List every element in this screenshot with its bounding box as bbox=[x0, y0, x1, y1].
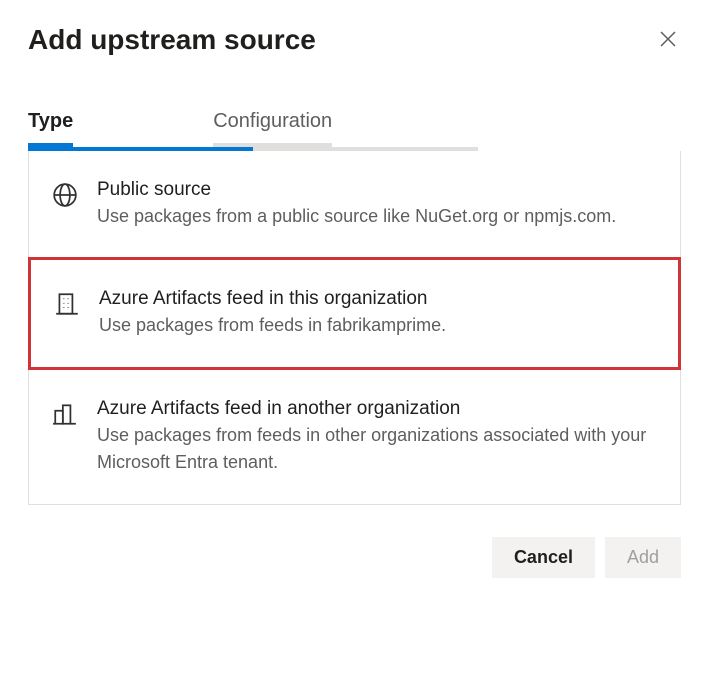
globe-icon bbox=[51, 181, 79, 209]
option-desc: Use packages from a public source like N… bbox=[97, 203, 650, 230]
option-this-org[interactable]: Azure Artifacts feed in this organizatio… bbox=[28, 257, 681, 370]
buildings-icon bbox=[51, 400, 79, 428]
dialog-footer: Cancel Add bbox=[28, 537, 681, 578]
building-icon bbox=[53, 290, 81, 318]
tabs: Type Configuration bbox=[28, 100, 681, 147]
tab-configuration[interactable]: Configuration bbox=[213, 100, 332, 147]
option-title: Azure Artifacts feed in this organizatio… bbox=[99, 288, 648, 310]
close-icon bbox=[659, 30, 677, 51]
option-title: Azure Artifacts feed in another organiza… bbox=[97, 398, 650, 420]
add-button[interactable]: Add bbox=[605, 537, 681, 578]
cancel-button[interactable]: Cancel bbox=[492, 537, 595, 578]
close-button[interactable] bbox=[655, 26, 681, 55]
options-panel: Public source Use packages from a public… bbox=[28, 151, 681, 505]
dialog-title: Add upstream source bbox=[28, 24, 316, 56]
option-title: Public source bbox=[97, 179, 650, 201]
option-desc: Use packages from feeds in fabrikamprime… bbox=[99, 312, 648, 339]
option-another-org[interactable]: Azure Artifacts feed in another organiza… bbox=[29, 370, 680, 504]
option-desc: Use packages from feeds in other organiz… bbox=[97, 422, 650, 476]
option-public-source[interactable]: Public source Use packages from a public… bbox=[29, 151, 680, 258]
tab-type[interactable]: Type bbox=[28, 100, 73, 147]
